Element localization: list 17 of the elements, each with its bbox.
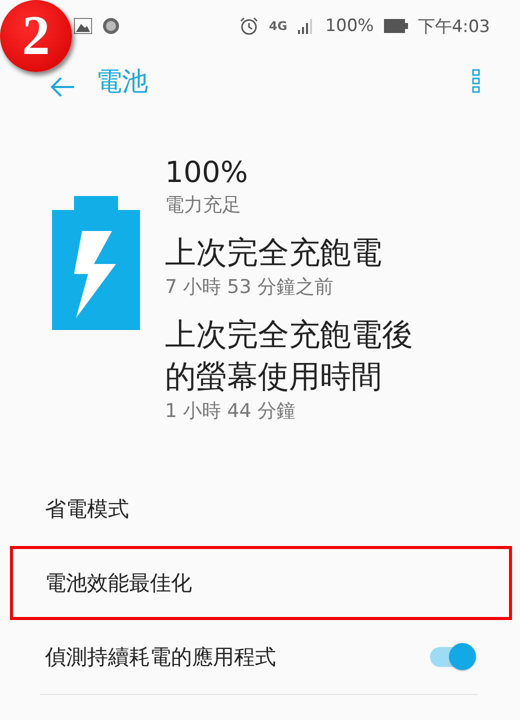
battery-level-text: 100%	[165, 154, 249, 191]
setting-label: 偵測持續耗電的應用程式	[45, 644, 277, 671]
stat-value: 1 小時 44 分鐘	[165, 399, 296, 424]
stat-value: 7 小時 53 分鐘之前	[165, 275, 334, 300]
clock: 下午4:03	[418, 16, 490, 38]
screen-title: 電池	[96, 66, 148, 98]
setting-label: 省電模式	[45, 496, 130, 523]
battery-percent: 100%	[325, 16, 374, 36]
setting-label: 電池效能最佳化	[45, 570, 193, 597]
network-type: 4G	[269, 19, 288, 33]
step-number-badge: 2	[0, 0, 72, 72]
stat-heading: 上次完全充飽電後的螢幕使用時間	[165, 316, 414, 397]
charge-status: 電力充足	[165, 193, 242, 218]
settings-row[interactable]: 偵測持續耗電的應用程式	[10, 620, 512, 694]
settings-row[interactable]: 省電模式	[10, 472, 512, 546]
highlight-frame[interactable]: 電池效能最佳化	[10, 546, 512, 620]
stat-heading: 上次完全充飽電	[165, 234, 383, 273]
